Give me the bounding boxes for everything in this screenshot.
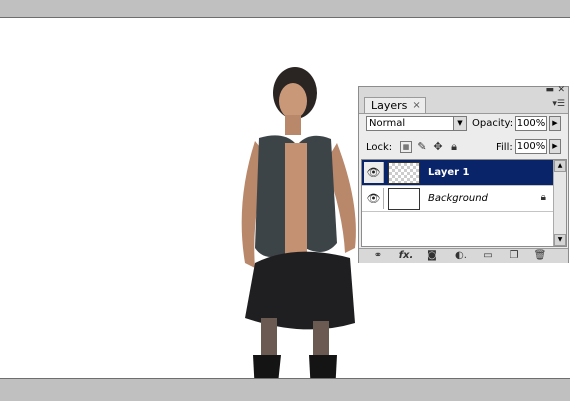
panel-tabs: Layers × ▾☰: [359, 97, 568, 114]
window-bottom-frame: [0, 378, 570, 401]
fill-label: Fill:: [496, 142, 513, 153]
trash-icon[interactable]: 🗑︎: [533, 250, 547, 262]
lock-move-icon[interactable]: ✥: [432, 141, 444, 153]
mask-icon[interactable]: ◙: [425, 250, 439, 262]
panel-titlebar[interactable]: ▬ ✕: [359, 85, 568, 97]
fill-input[interactable]: 100%: [515, 139, 547, 154]
lock-all-icon[interactable]: 🔒︎: [448, 141, 460, 153]
opacity-label: Opacity:: [472, 118, 514, 129]
tab-close-icon[interactable]: ×: [412, 100, 420, 111]
minimize-icon[interactable]: ▬: [545, 85, 554, 95]
layers-list: 👁︎ Layer 1 👁︎ Background 🔒︎ ▲ ▼: [361, 159, 567, 247]
close-icon[interactable]: ✕: [557, 85, 565, 95]
new-layer-icon[interactable]: ❐: [507, 250, 521, 262]
blend-opacity-row: Normal ▼ Opacity: 100% ▶: [359, 114, 568, 136]
tab-layers[interactable]: Layers ×: [364, 97, 426, 113]
adjustment-icon[interactable]: ◐.: [453, 250, 469, 262]
chevron-down-icon[interactable]: ▼: [453, 117, 466, 130]
opacity-input[interactable]: 100%: [515, 116, 547, 131]
layer-thumbnail: [388, 162, 420, 184]
scroll-down-icon[interactable]: ▼: [554, 234, 566, 246]
layer-name: Layer 1: [428, 167, 470, 178]
canvas-photo: [241, 67, 356, 393]
visibility-eye-icon[interactable]: 👁︎: [364, 188, 384, 209]
folder-icon[interactable]: ▭: [481, 250, 495, 262]
layers-scrollbar[interactable]: ▲ ▼: [553, 160, 566, 246]
visibility-eye-icon[interactable]: 👁︎: [364, 162, 384, 183]
layer-name: Background: [428, 193, 488, 204]
layer-row-background[interactable]: 👁︎ Background 🔒︎: [362, 186, 554, 212]
layer-lock-icon: 🔒︎: [540, 192, 546, 203]
fx-icon[interactable]: fx.: [397, 250, 415, 262]
layers-panel: ▬ ✕ Layers × ▾☰ Normal ▼ Opacity: 100% ▶…: [358, 85, 569, 263]
window-top-frame: [0, 0, 570, 18]
lock-fill-row: Lock: ▦ ✎ ✥ 🔒︎ Fill: 100% ▶: [359, 138, 568, 158]
panel-bottom-bar: ⚭ fx. ◙ ◐. ▭ ❐ 🗑︎: [359, 248, 568, 263]
lock-label: Lock:: [366, 142, 393, 153]
layer-row-layer-1[interactable]: 👁︎ Layer 1: [362, 160, 554, 186]
blend-mode-value: Normal: [369, 118, 406, 129]
link-icon[interactable]: ⚭: [369, 250, 387, 262]
lock-brush-icon[interactable]: ✎: [416, 141, 428, 153]
panel-menu-icon[interactable]: ▾☰: [552, 99, 565, 109]
lock-transparency-icon[interactable]: ▦: [400, 141, 412, 153]
blend-mode-select[interactable]: Normal ▼: [366, 116, 467, 131]
opacity-arrow-icon[interactable]: ▶: [549, 116, 561, 131]
layer-thumbnail: [388, 188, 420, 210]
fill-arrow-icon[interactable]: ▶: [549, 139, 561, 154]
tab-layers-label: Layers: [371, 99, 408, 112]
scroll-up-icon[interactable]: ▲: [554, 160, 566, 172]
